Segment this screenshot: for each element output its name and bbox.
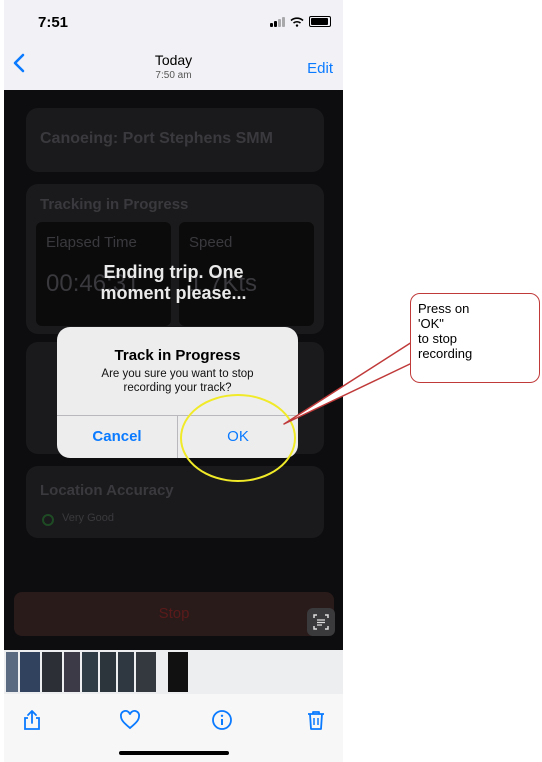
callout-text: Press on 'OK" to stop recording bbox=[418, 301, 473, 361]
instruction-callout: Press on 'OK" to stop recording bbox=[410, 293, 540, 383]
